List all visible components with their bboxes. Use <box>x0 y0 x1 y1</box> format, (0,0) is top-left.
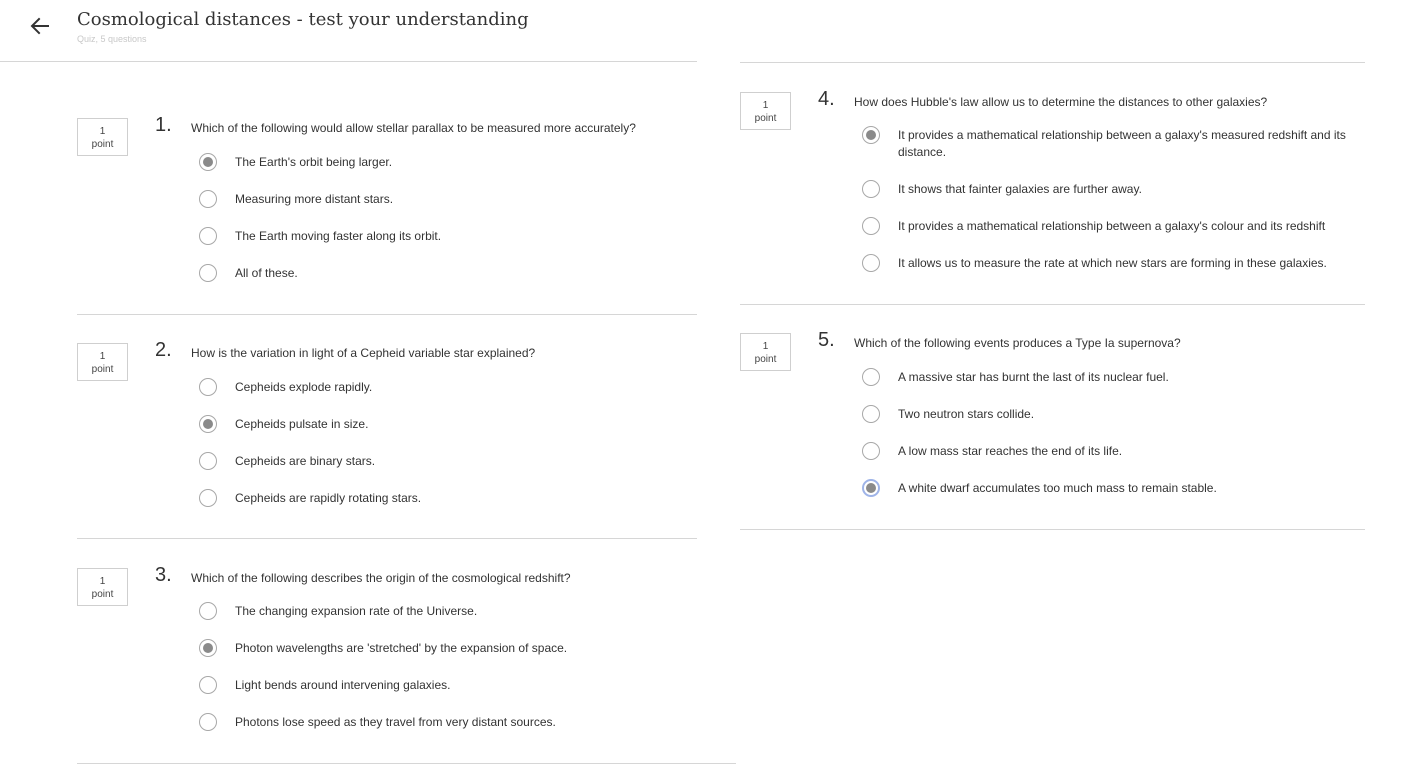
points-unit: point <box>754 113 777 124</box>
question-number: 2. <box>155 339 172 361</box>
answer-label: Light bends around intervening galaxies. <box>235 678 451 692</box>
radio-button[interactable] <box>199 153 217 171</box>
answer-label: All of these. <box>235 266 298 280</box>
divider <box>740 62 1365 63</box>
question-text: How does Hubble's law allow us to determ… <box>854 95 1268 109</box>
points-value: 1 <box>762 100 769 111</box>
page-subtitle: Quiz, 5 questions <box>77 34 147 44</box>
points-value: 1 <box>99 576 106 587</box>
radio-button[interactable] <box>862 368 880 386</box>
answer-label: Cepheids are binary stars. <box>235 454 376 468</box>
quiz-page: Cosmological distances - test your under… <box>0 0 1417 774</box>
radio-button[interactable] <box>862 479 880 497</box>
answer-label: Photons lose speed as they travel from v… <box>235 715 556 729</box>
answer-label: Cepheids explode rapidly. <box>235 380 373 394</box>
answer-label: It shows that fainter galaxies are furth… <box>898 182 1142 196</box>
radio-button[interactable] <box>862 254 880 272</box>
back-button[interactable] <box>28 14 52 38</box>
answer-label: The changing expansion rate of the Unive… <box>235 604 478 618</box>
question-number: 4. <box>818 88 835 110</box>
points-value: 1 <box>99 351 106 362</box>
divider <box>77 538 697 539</box>
radio-button[interactable] <box>199 415 217 433</box>
answer-label: Cepheids are rapidly rotating stars. <box>235 491 422 505</box>
answer-label: The Earth's orbit being larger. <box>235 155 393 169</box>
radio-button[interactable] <box>199 713 217 731</box>
points-value: 1 <box>762 341 769 352</box>
answer-label: Cepheids pulsate in size. <box>235 417 369 431</box>
question-number: 3. <box>155 564 172 586</box>
points-unit: point <box>754 354 777 365</box>
divider <box>740 304 1365 305</box>
points-box: 1 point <box>77 118 128 156</box>
divider <box>740 529 1365 530</box>
radio-button[interactable] <box>199 378 217 396</box>
answer-label: It provides a mathematical relationship … <box>898 219 1326 233</box>
question-text: Which of the following events produces a… <box>854 336 1181 350</box>
points-unit: point <box>91 139 114 150</box>
question-number: 1. <box>155 114 172 136</box>
radio-button[interactable] <box>862 217 880 235</box>
question-number: 5. <box>818 329 835 351</box>
answer-label: It allows us to measure the rate at whic… <box>898 256 1327 270</box>
radio-button[interactable] <box>199 264 217 282</box>
points-box: 1 point <box>740 333 791 371</box>
radio-button[interactable] <box>862 405 880 423</box>
radio-button[interactable] <box>199 639 217 657</box>
answer-label: A low mass star reaches the end of its l… <box>898 444 1123 458</box>
radio-button[interactable] <box>199 227 217 245</box>
points-box: 1 point <box>740 92 791 130</box>
radio-button[interactable] <box>199 489 217 507</box>
radio-button[interactable] <box>862 442 880 460</box>
divider <box>0 61 697 62</box>
radio-button[interactable] <box>199 676 217 694</box>
radio-button[interactable] <box>199 452 217 470</box>
answer-label: A white dwarf accumulates too much mass … <box>898 481 1217 495</box>
divider <box>77 314 697 315</box>
points-unit: point <box>91 589 114 600</box>
radio-button[interactable] <box>862 126 880 144</box>
answer-label: Two neutron stars collide. <box>898 407 1035 421</box>
points-box: 1 point <box>77 568 128 606</box>
answer-label: Measuring more distant stars. <box>235 192 394 206</box>
arrow-left-icon <box>30 17 49 35</box>
points-unit: point <box>91 364 114 375</box>
question-text: Which of the following would allow stell… <box>191 121 636 135</box>
question-text: Which of the following describes the ori… <box>191 571 571 585</box>
answer-label: Photon wavelengths are 'stretched' by th… <box>235 641 568 655</box>
radio-button[interactable] <box>199 190 217 208</box>
divider <box>77 763 736 764</box>
question-text: How is the variation in light of a Cephe… <box>191 346 536 360</box>
answer-label: It provides a mathematical relationship … <box>898 128 1346 159</box>
answer-label: The Earth moving faster along its orbit. <box>235 229 442 243</box>
answer-label: A massive star has burnt the last of its… <box>898 370 1169 384</box>
radio-button[interactable] <box>199 602 217 620</box>
points-value: 1 <box>99 126 106 137</box>
points-box: 1 point <box>77 343 128 381</box>
page-title: Cosmological distances - test your under… <box>77 9 529 30</box>
radio-button[interactable] <box>862 180 880 198</box>
